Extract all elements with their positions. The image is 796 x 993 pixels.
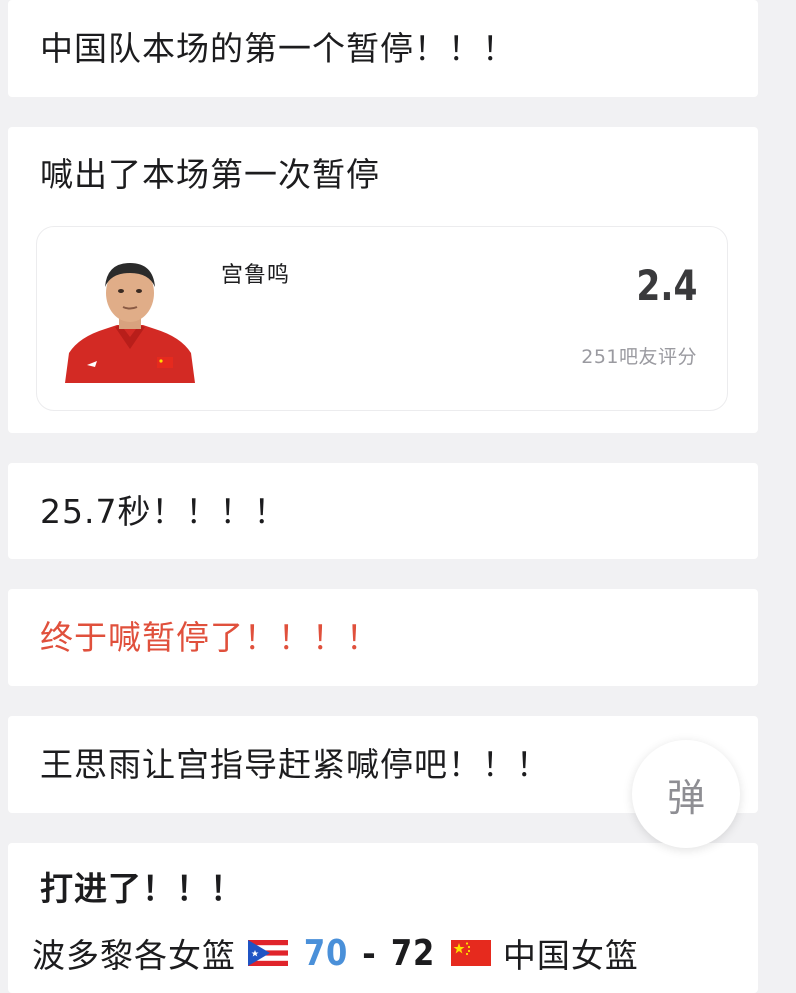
score-team-b: 72 (390, 932, 436, 974)
post-card[interactable]: 中国队本场的第一个暂停！！！ (8, 0, 758, 97)
rating-count: 251吧友评分 (581, 346, 697, 368)
team-a-name: 波多黎各女篮 (32, 936, 236, 975)
post-text: 打进了！！！ (40, 869, 244, 908)
post-text: 25.7秒！！！！ (40, 492, 288, 531)
player-rating: 2.4 (635, 261, 697, 310)
post-text: 王思雨让宫指导赶紧喊停吧！！！ (40, 745, 550, 784)
score-separator: - (362, 933, 377, 973)
puerto-rico-flag-icon (248, 940, 288, 966)
post-text: 喊出了本场第一次暂停 (40, 155, 380, 194)
score-team-a: 70 (303, 932, 349, 974)
danmaku-button-label: 弹 (666, 775, 705, 820)
post-text: 终于喊暂停了！！！！ (40, 618, 380, 657)
player-name: 宫鲁鸣 (221, 263, 291, 288)
danmaku-button[interactable]: 弹 (632, 740, 740, 848)
score-line: 波多黎各女篮 70 - 72 中国女篮 (32, 930, 639, 976)
post-card[interactable]: 喊出了本场第一次暂停 宫鲁鸣 2.4 251吧友评分 (8, 127, 758, 433)
player-rating-card[interactable]: 宫鲁鸣 2.4 251吧友评分 (36, 226, 728, 411)
post-card[interactable]: 终于喊暂停了！！！！ (8, 589, 758, 686)
post-text: 中国队本场的第一个暂停！！！ (40, 29, 516, 68)
china-flag-icon (450, 940, 491, 966)
player-photo (65, 263, 195, 383)
team-b-name: 中国女篮 (502, 936, 639, 975)
post-card[interactable]: 25.7秒！！！！ (8, 463, 758, 559)
